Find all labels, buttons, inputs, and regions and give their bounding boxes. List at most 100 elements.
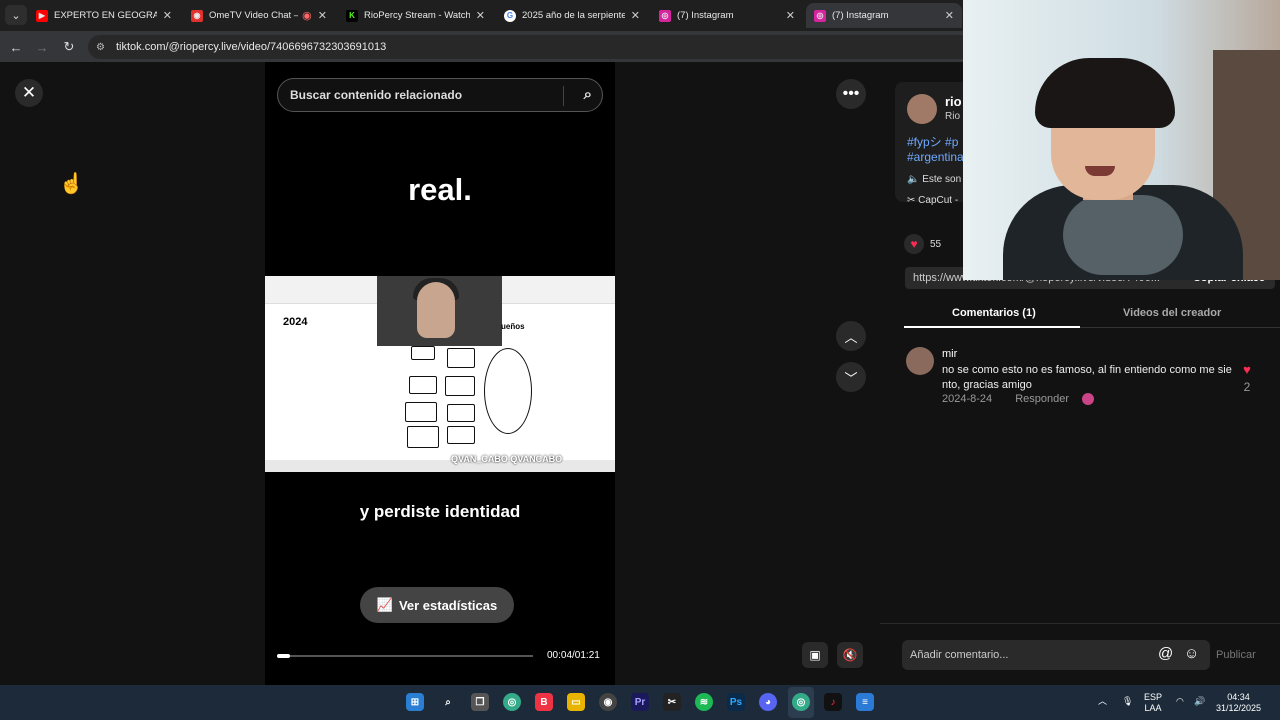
volume-icon[interactable]: 🔊 xyxy=(1194,696,1205,707)
video-player[interactable]: Buscar contenido relacionado ⌕ real. 202… xyxy=(265,62,615,685)
close-tab-icon[interactable]: ✕ xyxy=(476,9,485,22)
brave-icon[interactable]: B xyxy=(535,693,553,711)
browser-tab[interactable]: ▶ EXPERTO EN GEOGRAFÍA ✕ xyxy=(28,3,180,28)
search-icon[interactable]: ⌕ xyxy=(439,693,457,711)
sketch-box xyxy=(411,346,435,360)
search-icon[interactable]: ⌕ xyxy=(584,86,592,103)
sketch-box xyxy=(445,376,475,396)
publish-button[interactable]: Publicar xyxy=(1216,649,1256,661)
more-options-icon[interactable]: ••• xyxy=(836,79,866,109)
creator-display-name: Rio xyxy=(945,111,961,122)
microphone-icon[interactable]: 🎙 xyxy=(1122,696,1133,707)
mention-icon[interactable]: @ xyxy=(1158,645,1173,662)
forward-arrow-icon[interactable]: → xyxy=(33,38,51,56)
floating-player-icon[interactable]: ▣ xyxy=(802,642,828,668)
reload-icon[interactable]: ↻ xyxy=(60,38,78,56)
clock-time: 04:34 xyxy=(1227,692,1250,702)
sketch-box xyxy=(447,348,475,368)
chrome-icon[interactable]: ◎ xyxy=(792,693,810,711)
paint-statusbar xyxy=(265,460,615,472)
google-icon: G xyxy=(504,9,516,22)
chevron-down-icon[interactable]: ﹀ xyxy=(836,362,866,392)
comment-username[interactable]: mir xyxy=(942,348,957,360)
spotify-icon[interactable]: ≋ xyxy=(695,693,713,711)
frame-face xyxy=(417,282,455,338)
site-info-icon[interactable]: ⚙ xyxy=(96,42,110,53)
language-indicator[interactable]: ESP LAA xyxy=(1144,692,1162,714)
browser-tab[interactable]: ◎ (7) Instagram ✕ xyxy=(651,3,803,28)
capcut-icon[interactable]: ✂ xyxy=(663,693,681,711)
browser-tab[interactable]: G 2025 año de la serpiente ✕ xyxy=(496,3,648,28)
active-tab-underline xyxy=(904,326,1080,328)
frame-webcam xyxy=(377,276,502,346)
video-hashtags[interactable]: #fypシ #p #argentina xyxy=(907,135,967,165)
sound-label: Este son xyxy=(922,174,962,185)
webcam-hair xyxy=(1035,58,1175,128)
progress-bar[interactable] xyxy=(277,654,533,658)
comment-heart-icon[interactable]: ♥ xyxy=(1240,362,1254,377)
sketch-box xyxy=(447,404,475,422)
creator-username[interactable]: rio xyxy=(945,94,962,109)
close-tab-icon[interactable]: ✕ xyxy=(318,9,327,22)
close-tab-icon[interactable]: ✕ xyxy=(945,9,954,22)
sketch-box xyxy=(405,402,437,422)
discord-icon[interactable]: ◕ xyxy=(759,693,777,711)
avatar[interactable] xyxy=(907,94,937,124)
premiere-icon[interactable]: Pr xyxy=(631,693,649,711)
youtube-icon: ▶ xyxy=(36,9,48,22)
browser-tab[interactable]: ◉ OmeTV Video Chat – ◉ ✕ xyxy=(183,3,335,28)
capcut-row[interactable]: ✂ CapCut - xyxy=(907,195,958,206)
frame-word: ueños xyxy=(501,322,525,331)
keyboard-layout: LAA xyxy=(1144,703,1162,713)
emoji-icon[interactable]: ☺ xyxy=(1184,645,1199,662)
task-view-icon[interactable]: ❐ xyxy=(471,693,489,711)
chevron-up-icon[interactable]: ︿ xyxy=(836,321,866,351)
tiktok-icon[interactable]: ♪ xyxy=(824,693,842,711)
video-time: 00:04/01:21 xyxy=(547,650,600,661)
browser-tab[interactable]: K RioPercy Stream - Watch L ✕ xyxy=(338,3,493,28)
search-placeholder: Buscar contenido relacionado xyxy=(290,88,463,102)
sound-row[interactable]: 🔈 Este son xyxy=(907,174,961,185)
capcut-icon: ✂ xyxy=(907,195,916,206)
like-button[interactable]: ♥ 55 xyxy=(904,234,941,254)
video-caption-top: real. xyxy=(408,172,472,207)
comment-like-count: 2 xyxy=(1243,380,1251,394)
sketch-box xyxy=(447,426,475,444)
view-stats-button[interactable]: 📈 Ver estadísticas xyxy=(360,587,514,623)
chevron-up-icon[interactable]: ︿ xyxy=(1098,696,1107,707)
tab-creator-videos[interactable]: Videos del creador xyxy=(1123,307,1221,319)
clock[interactable]: 04:34 31/12/2025 xyxy=(1216,692,1261,714)
search-input[interactable]: Buscar contenido relacionado ⌕ xyxy=(277,78,603,112)
tab-title: (7) Instagram xyxy=(832,10,889,21)
comment-input[interactable]: Añadir comentario... @ ☺ xyxy=(902,640,1210,670)
mute-icon[interactable]: 🔇 xyxy=(837,642,863,668)
back-arrow-icon[interactable]: ← xyxy=(7,38,25,56)
search-divider xyxy=(563,86,564,106)
video-watermark: QVAN_CABO QVANCABO xyxy=(451,454,563,464)
tab-comments[interactable]: Comentarios (1) xyxy=(952,307,1036,319)
close-tab-icon[interactable]: ✕ xyxy=(163,9,172,22)
comment-text: no se como esto no es famoso, al fin ent… xyxy=(942,364,1232,391)
reply-button[interactable]: Responder xyxy=(1015,393,1069,405)
windows-start-icon[interactable]: ⊞ xyxy=(406,693,424,711)
recording-icon: ◉ xyxy=(302,10,312,22)
hand-cursor-icon: ☝ xyxy=(59,173,84,195)
close-tab-icon[interactable]: ✕ xyxy=(631,9,640,22)
progress-fill xyxy=(277,654,290,658)
webcam-overlay xyxy=(963,0,1280,280)
close-tab-icon[interactable]: ✕ xyxy=(786,9,795,22)
close-icon[interactable]: ✕ xyxy=(15,79,43,107)
wifi-icon[interactable]: ◠ xyxy=(1176,696,1184,707)
notepad-icon[interactable]: ≡ xyxy=(856,693,874,711)
tab-title: OmeTV Video Chat – xyxy=(209,10,299,21)
tab-title: 2025 año de la serpiente xyxy=(522,10,625,21)
photoshop-icon[interactable]: Ps xyxy=(727,693,745,711)
tab-title: RioPercy Stream - Watch L xyxy=(364,10,470,21)
tab-search-button[interactable]: ⌄ xyxy=(5,5,27,25)
comment-avatar[interactable] xyxy=(906,347,934,375)
sketch-box xyxy=(407,426,439,448)
folder-icon[interactable]: ▭ xyxy=(567,693,585,711)
browser-tab-active[interactable]: ◎ (7) Instagram ✕ xyxy=(806,3,962,28)
chrome-icon[interactable]: ◎ xyxy=(503,693,521,711)
obs-icon[interactable]: ◉ xyxy=(599,693,617,711)
